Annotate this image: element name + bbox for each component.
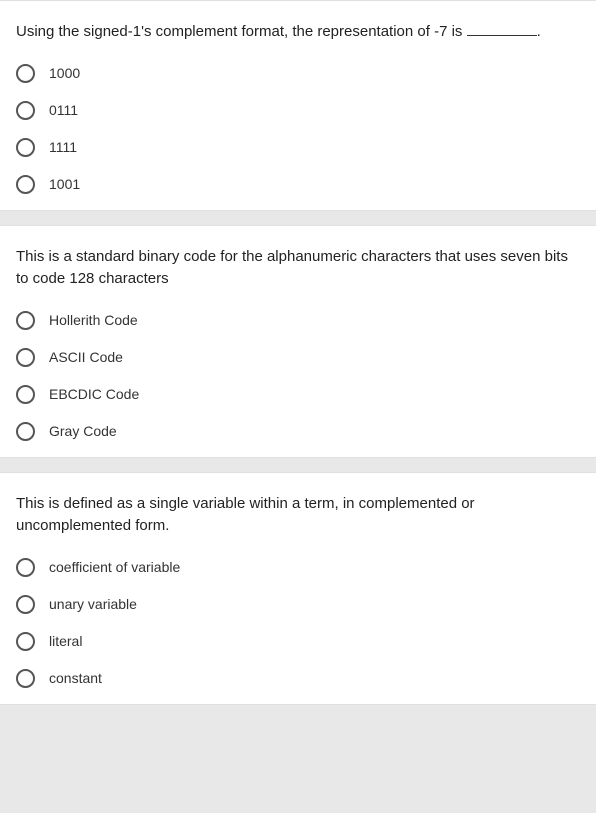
option-4[interactable]: constant (16, 669, 580, 688)
option-3[interactable]: literal (16, 632, 580, 651)
radio-icon (16, 101, 35, 120)
option-1[interactable]: coefficient of variable (16, 558, 580, 577)
question-card-3: This is defined as a single variable wit… (0, 472, 596, 705)
radio-icon (16, 138, 35, 157)
question-text-pre: This is a standard binary code for the a… (16, 248, 568, 288)
option-4[interactable]: 1001 (16, 175, 580, 194)
options-group: coefficient of variable unary variable l… (16, 558, 580, 688)
option-label: constant (49, 670, 102, 686)
option-2[interactable]: unary variable (16, 595, 580, 614)
question-text: This is a standard binary code for the a… (16, 246, 580, 291)
radio-icon (16, 595, 35, 614)
option-label: 1000 (49, 65, 80, 81)
blank (467, 35, 537, 36)
options-group: 1000 0111 1111 1001 (16, 64, 580, 194)
question-card-1: Using the signed-1's complement format, … (0, 0, 596, 211)
radio-icon (16, 348, 35, 367)
question-text: Using the signed-1's complement format, … (16, 21, 580, 44)
options-group: Hollerith Code ASCII Code EBCDIC Code Gr… (16, 311, 580, 441)
option-label: 1001 (49, 176, 80, 192)
option-label: coefficient of variable (49, 559, 180, 575)
option-4[interactable]: Gray Code (16, 422, 580, 441)
question-text-pre: Using the signed-1's complement format, … (16, 23, 467, 40)
option-label: Gray Code (49, 423, 117, 439)
radio-icon (16, 632, 35, 651)
option-label: 1111 (49, 139, 77, 155)
option-3[interactable]: EBCDIC Code (16, 385, 580, 404)
option-1[interactable]: Hollerith Code (16, 311, 580, 330)
question-text-post: . (537, 23, 541, 40)
radio-icon (16, 175, 35, 194)
option-label: literal (49, 633, 82, 649)
option-label: 0111 (49, 102, 78, 118)
option-1[interactable]: 1000 (16, 64, 580, 83)
radio-icon (16, 669, 35, 688)
option-label: ASCII Code (49, 349, 123, 365)
radio-icon (16, 311, 35, 330)
question-text-pre: This is defined as a single variable wit… (16, 495, 475, 535)
question-text: This is defined as a single variable wit… (16, 493, 580, 538)
option-2[interactable]: ASCII Code (16, 348, 580, 367)
radio-icon (16, 422, 35, 441)
radio-icon (16, 385, 35, 404)
question-card-2: This is a standard binary code for the a… (0, 225, 596, 458)
option-label: Hollerith Code (49, 312, 138, 328)
radio-icon (16, 558, 35, 577)
radio-icon (16, 64, 35, 83)
option-label: unary variable (49, 596, 137, 612)
option-label: EBCDIC Code (49, 386, 139, 402)
option-2[interactable]: 0111 (16, 101, 580, 120)
option-3[interactable]: 1111 (16, 138, 580, 157)
